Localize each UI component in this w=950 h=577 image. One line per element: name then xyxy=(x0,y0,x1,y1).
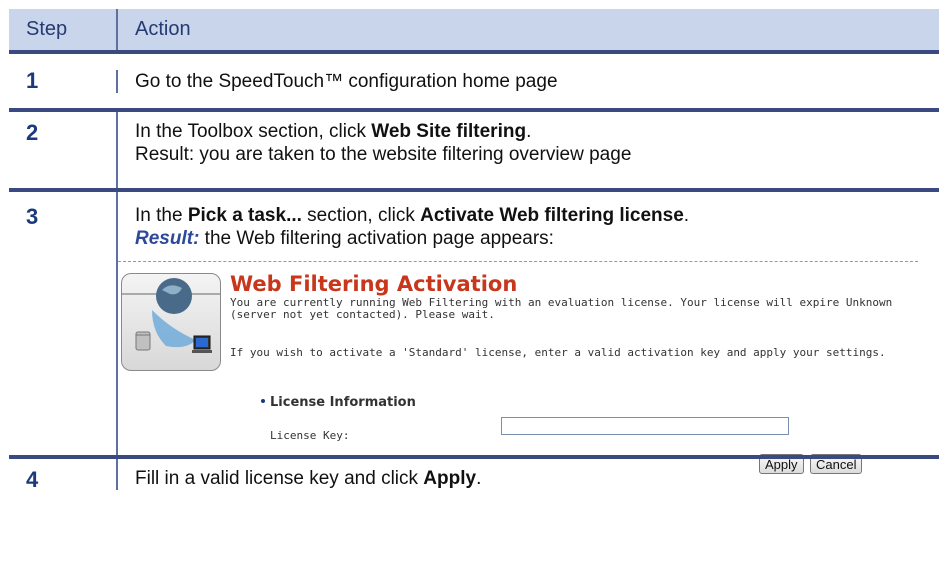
result-line: Result: the Web filtering activation pag… xyxy=(118,227,939,250)
header-step: Step xyxy=(26,18,68,40)
activation-title: Web Filtering Activation xyxy=(230,272,518,296)
action-emphasis: Pick a task... xyxy=(187,205,302,226)
license-section-heading: License Information xyxy=(258,391,416,414)
action-text: In the Toolbox section, click xyxy=(135,121,372,142)
action-emphasis: Activate Web filtering license xyxy=(420,205,684,226)
table-row-2: 2 In the Toolbox section, click Web Site… xyxy=(9,108,939,188)
action-text: Go to the SpeedTouch™ configuration home… xyxy=(135,70,558,92)
step-action: In the Pick a task... section, click Act… xyxy=(116,192,939,474)
table-header: Step Action xyxy=(9,9,939,50)
table-row-3: 3 In the Pick a task... section, click A… xyxy=(9,188,939,474)
result-label: Result: xyxy=(135,228,200,249)
header-action: Action xyxy=(116,9,939,50)
activation-page-screenshot: Web Filtering Activation You are current… xyxy=(118,261,918,474)
action-line: In the Toolbox section, click Web Site f… xyxy=(135,120,939,143)
license-key-input[interactable] xyxy=(501,417,789,435)
result-text: the Web filtering activation page appear… xyxy=(199,228,554,249)
action-line: In the Pick a task... section, click Act… xyxy=(118,204,939,227)
table-row-4: 4 Fill in a valid license key and click … xyxy=(9,455,939,511)
section-title: License Information xyxy=(270,395,416,410)
step-action: Go to the SpeedTouch™ configuration home… xyxy=(116,69,939,93)
step-number: 3 xyxy=(26,204,39,229)
step-number: 1 xyxy=(26,68,39,93)
step-number: 2 xyxy=(26,120,39,145)
web-filtering-logo-icon xyxy=(121,273,221,371)
divider xyxy=(118,261,918,262)
action-text: Fill in a valid license key and click xyxy=(135,468,424,489)
procedure-table: Step Action 1 Go to the SpeedTouch™ conf… xyxy=(9,9,939,511)
step-action: In the Toolbox section, click Web Site f… xyxy=(116,112,939,188)
activation-note: If you wish to activate a 'Standard' lic… xyxy=(230,346,886,359)
action-text: . xyxy=(526,121,532,142)
action-text: . xyxy=(683,205,690,226)
action-text: . xyxy=(476,468,482,489)
step-action: Fill in a valid license key and click Ap… xyxy=(116,459,939,490)
table-row-1: 1 Go to the SpeedTouch™ configuration ho… xyxy=(9,50,939,108)
action-text: section, click xyxy=(301,205,421,226)
license-key-label: License Key: xyxy=(270,429,350,442)
action-text: In the xyxy=(135,205,188,226)
result-line: Result: you are taken to the website fil… xyxy=(135,144,632,165)
action-emphasis: Web Site filtering xyxy=(371,121,527,142)
step-number: 4 xyxy=(26,467,39,492)
action-emphasis: Apply xyxy=(423,468,477,489)
activation-description: You are currently running Web Filtering … xyxy=(230,296,893,321)
